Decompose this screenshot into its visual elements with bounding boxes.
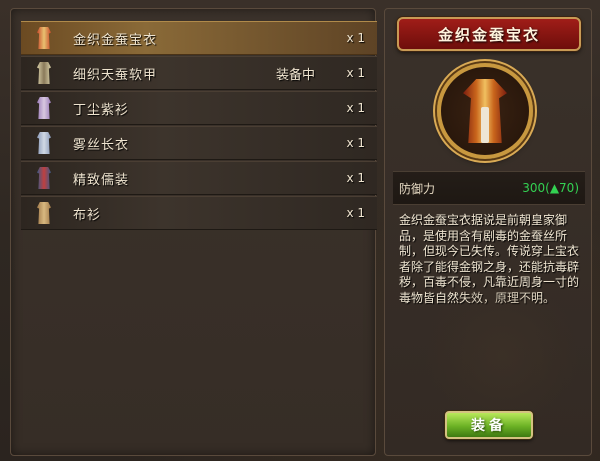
item-row[interactable]: 精致儒装 x 1	[21, 161, 377, 195]
item-list: 金织金蚕宝衣 x 1 细织天蚕软甲 装备中 x 1 丁尘紫衫 x 1 雾丝长衣	[21, 21, 377, 231]
item-quantity: x 1	[346, 31, 365, 45]
item-quantity: x 1	[346, 101, 365, 115]
item-row[interactable]: 细织天蚕软甲 装备中 x 1	[21, 56, 377, 90]
item-row[interactable]: 布衫 x 1	[21, 196, 377, 230]
item-title-banner: 金织金蚕宝衣	[397, 17, 581, 51]
equipped-status: 装备中	[275, 67, 315, 83]
item-name: 精致儒装	[73, 172, 130, 188]
item-quantity: x 1	[346, 171, 365, 185]
item-quantity: x 1	[346, 136, 365, 150]
robe-icon	[31, 199, 57, 227]
sash-decoration	[481, 107, 489, 143]
item-detail-panel: 金织金蚕宝衣 防御力 300(▲70) 金织金蚕宝衣据说是前朝皇家御品，是使用含…	[384, 8, 592, 456]
robe-icon	[31, 59, 57, 87]
item-name: 布衫	[73, 207, 102, 223]
item-name: 细织天蚕软甲	[73, 67, 158, 83]
defense-stat: 防御力 300(▲70)	[393, 171, 585, 205]
item-portrait	[437, 63, 533, 159]
robe-icon	[31, 94, 57, 122]
item-name: 雾丝长衣	[73, 137, 130, 153]
stat-label: 防御力	[399, 181, 436, 196]
item-row[interactable]: 金织金蚕宝衣 x 1	[21, 21, 377, 55]
item-quantity: x 1	[346, 66, 365, 80]
robe-icon	[31, 164, 57, 192]
stat-value: 300(▲70)	[522, 181, 579, 195]
dragon-ornament	[417, 285, 587, 425]
inventory-panel: 金织金蚕宝衣 x 1 细织天蚕软甲 装备中 x 1 丁尘紫衫 x 1 雾丝长衣	[10, 8, 377, 456]
equip-button[interactable]: 装备	[445, 411, 533, 439]
robe-icon	[31, 24, 57, 52]
item-name: 金织金蚕宝衣	[73, 32, 158, 48]
item-row[interactable]: 雾丝长衣 x 1	[21, 126, 377, 160]
item-quantity: x 1	[346, 206, 365, 220]
robe-icon	[31, 129, 57, 157]
item-row[interactable]: 丁尘紫衫 x 1	[21, 91, 377, 125]
item-name: 丁尘紫衫	[73, 102, 130, 118]
game-window: 金织金蚕宝衣 x 1 细织天蚕软甲 装备中 x 1 丁尘紫衫 x 1 雾丝长衣	[0, 0, 600, 461]
